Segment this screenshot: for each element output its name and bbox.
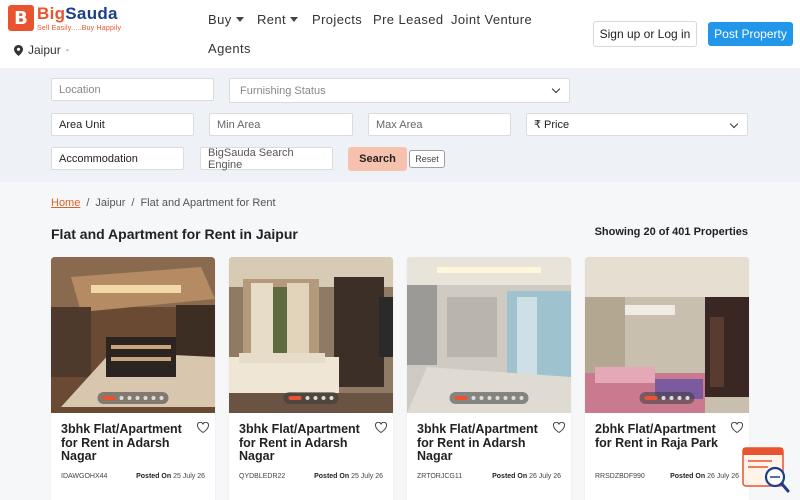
search-button[interactable]: Search xyxy=(348,147,407,171)
property-title[interactable]: 3bhk Flat/Apartment for Rent in Adarsh N… xyxy=(417,422,545,464)
furnishing-select[interactable]: Furnishing Status xyxy=(229,78,570,103)
property-photo[interactable] xyxy=(51,257,215,413)
chevron-down-icon xyxy=(729,119,739,129)
property-photo[interactable] xyxy=(585,257,749,413)
property-card[interactable]: 3bhk Flat/Apartment for Rent in Adarsh N… xyxy=(229,257,393,500)
city-selector[interactable]: Jaipur - xyxy=(14,43,69,57)
property-code: ZRTORJCG11 xyxy=(417,473,463,480)
heart-icon[interactable] xyxy=(196,420,210,438)
breadcrumb-current: Flat and Apartment for Rent xyxy=(140,197,276,209)
posted-date: Posted On 25 July 26 xyxy=(314,473,383,480)
min-area-input[interactable]: Min Area xyxy=(209,113,353,136)
nav-pre-leased[interactable]: Pre Leased xyxy=(373,12,444,27)
nav-agents[interactable]: Agents xyxy=(208,41,251,56)
nav-projects[interactable]: Projects xyxy=(312,12,362,27)
breadcrumb: Home / Jaipur / Flat and Apartment for R… xyxy=(51,197,276,209)
property-code: QYDBLEDR22 xyxy=(239,473,286,480)
logo-tagline: Sell Easily.....Buy Happily xyxy=(37,25,122,32)
property-photo[interactable] xyxy=(407,257,571,413)
nav-joint-venture[interactable]: Joint Venture xyxy=(451,12,532,27)
reset-button[interactable]: Reset xyxy=(409,150,445,168)
carousel-dots[interactable] xyxy=(97,392,169,404)
chevron-down-icon xyxy=(290,17,299,22)
page: B BigSauda Sell Easily.....Buy Happily J… xyxy=(0,0,800,500)
signin-button[interactable]: Sign up or Log in xyxy=(593,21,697,47)
heart-icon[interactable] xyxy=(374,420,388,438)
page-title: Flat and Apartment for Rent in Jaipur xyxy=(51,226,298,242)
city-label: Jaipur xyxy=(28,43,61,57)
nav-buy[interactable]: Buy xyxy=(208,12,244,27)
carousel-dots[interactable] xyxy=(283,392,339,404)
property-title[interactable]: 3bhk Flat/Apartment for Rent in Adarsh N… xyxy=(239,422,367,464)
property-card[interactable]: 3bhk Flat/Apartment for Rent in Adarsh N… xyxy=(51,257,215,500)
price-select[interactable]: ₹ Price xyxy=(526,113,748,136)
property-code: IDAWGOHX44 xyxy=(61,473,108,480)
logo[interactable]: B BigSauda Sell Easily.....Buy Happily xyxy=(8,4,122,32)
property-photo[interactable] xyxy=(229,257,393,413)
nav-rent[interactable]: Rent xyxy=(257,12,299,27)
results-count: Showing 20 of 401 Properties xyxy=(594,226,748,238)
heart-icon[interactable] xyxy=(730,420,744,438)
breadcrumb-city[interactable]: Jaipur xyxy=(95,197,125,209)
property-code: RRSDZBDF990 xyxy=(595,473,645,480)
chevron-down-icon xyxy=(235,17,244,22)
carousel-dots[interactable] xyxy=(639,392,695,404)
property-title[interactable]: 3bhk Flat/Apartment for Rent in Adarsh N… xyxy=(61,422,189,464)
property-card[interactable]: 3bhk Flat/Apartment for Rent in Adarsh N… xyxy=(407,257,571,500)
breadcrumb-home[interactable]: Home xyxy=(51,197,80,209)
area-unit-select[interactable]: Area Unit xyxy=(51,113,194,136)
posted-date: Posted On 25 July 26 xyxy=(136,473,205,480)
carousel-dots[interactable] xyxy=(449,392,529,404)
search-engine-input[interactable]: BigSauda Search Engine xyxy=(200,147,333,171)
logo-name: BigSauda xyxy=(37,4,118,23)
post-property-button[interactable]: Post Property xyxy=(708,22,793,46)
accommodation-select[interactable]: Accommodation xyxy=(51,147,184,170)
property-card[interactable]: 2bhk Flat/Apartment for Rent in Raja Par… xyxy=(585,257,749,500)
logo-mark: B xyxy=(8,5,34,31)
chevron-down-icon xyxy=(551,84,561,94)
posted-date: Posted On 26 July 26 xyxy=(492,473,561,480)
property-title[interactable]: 2bhk Flat/Apartment for Rent in Raja Par… xyxy=(595,422,723,450)
site-header: B BigSauda Sell Easily.....Buy Happily J… xyxy=(0,0,800,68)
search-assist-icon[interactable] xyxy=(742,446,792,496)
location-input[interactable]: Location xyxy=(51,78,214,101)
heart-icon[interactable] xyxy=(552,420,566,438)
location-pin-icon xyxy=(14,44,23,56)
posted-date: Posted On 26 July 26 xyxy=(670,473,739,480)
max-area-input[interactable]: Max Area xyxy=(368,113,511,136)
city-dash: - xyxy=(65,44,70,56)
search-filters: Location Furnishing Status Area Unit Min… xyxy=(0,68,800,182)
